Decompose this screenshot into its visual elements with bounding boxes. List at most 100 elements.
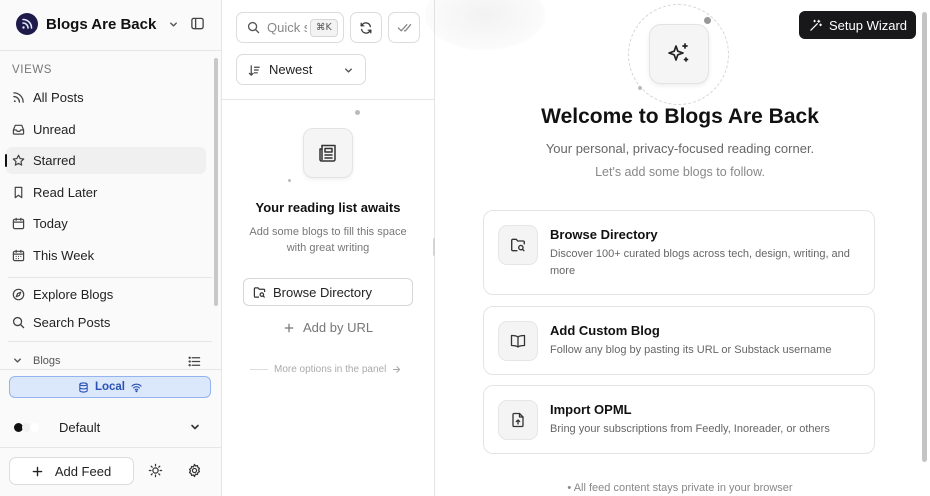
- rss-icon: [12, 91, 25, 104]
- inbox-icon: [12, 123, 25, 136]
- sort-label: Newest: [269, 62, 313, 77]
- folder-search-icon: [498, 225, 538, 265]
- sidebar-toggle-icon[interactable]: [190, 16, 205, 31]
- add-feed-label: Add Feed: [54, 463, 112, 479]
- post-list-panel: ⌘K Newest Your reading list awaits Add s…: [222, 0, 435, 496]
- newspaper-icon: [303, 128, 353, 178]
- sidebar-item-starred[interactable]: Starred: [5, 147, 206, 174]
- page-subtitle: Your personal, privacy-focused reading c…: [545, 141, 815, 156]
- sidebar-item-label: Today: [33, 216, 68, 231]
- more-options-label: More options in the panel: [274, 364, 387, 375]
- decorative-dot: [288, 179, 291, 182]
- theme-swatch: [14, 422, 39, 432]
- sidebar-item-label: Explore Blogs: [33, 287, 114, 302]
- chevron-down-icon: [168, 19, 179, 30]
- calendar-icon: [12, 217, 25, 230]
- sidebar-item-search-posts[interactable]: Search Posts: [6, 309, 206, 336]
- privacy-note: • All feed content stays private in your…: [567, 482, 793, 494]
- sidebar-item-label: This Week: [33, 248, 95, 263]
- welcome-panel: Setup Wizard Welcome to Blogs Are Back Y…: [425, 0, 930, 496]
- browse-directory-card[interactable]: Browse Directory Discover 100+ curated b…: [483, 210, 875, 295]
- refresh-icon: [359, 21, 373, 35]
- plus-icon: [284, 323, 294, 333]
- sidebar-item-read-later[interactable]: Read Later: [6, 179, 206, 206]
- decorative-dot: [704, 17, 711, 24]
- add-custom-blog-card[interactable]: Add Custom Blog Follow any blog by pasti…: [483, 306, 875, 375]
- chevron-down-icon: [189, 421, 201, 433]
- empty-state-title: Your reading list awaits: [255, 200, 401, 215]
- views-section-label: VIEWS: [12, 64, 53, 76]
- page-subtitle-secondary: Let's add some blogs to follow.: [595, 165, 765, 179]
- sidebar-item-label: Search Posts: [33, 315, 111, 330]
- sidebar-scrollbar[interactable]: [214, 58, 218, 306]
- page-title: Welcome to Blogs Are Back: [541, 105, 819, 128]
- card-title: Browse Directory: [550, 227, 658, 242]
- sidebar: Blogs Are Back VIEWS All Posts Unread St…: [0, 0, 222, 496]
- brand-name: Blogs Are Back: [46, 15, 157, 33]
- theme-name: Default: [59, 419, 101, 435]
- brand-logo-icon: [16, 13, 38, 35]
- add-by-url-button[interactable]: Add by URL: [284, 320, 373, 335]
- import-opml-card[interactable]: Import OPML Bring your subscriptions fro…: [483, 385, 875, 454]
- book-open-icon: [498, 321, 538, 361]
- sidebar-item-explore-blogs[interactable]: Explore Blogs: [6, 281, 206, 308]
- main-scrollbar[interactable]: [922, 12, 927, 462]
- sidebar-item-label: All Posts: [33, 90, 84, 105]
- plus-icon: [32, 466, 43, 477]
- decorative-dot: [638, 86, 642, 90]
- divider: [0, 447, 221, 448]
- sidebar-item-today[interactable]: Today: [6, 210, 206, 237]
- search-icon: [247, 21, 260, 34]
- gear-icon[interactable]: [187, 463, 203, 479]
- calendar-week-icon: [12, 249, 25, 262]
- wifi-icon: [131, 382, 142, 393]
- sort-dropdown[interactable]: Newest: [236, 54, 366, 85]
- card-title: Import OPML: [550, 402, 632, 417]
- card-title: Add Custom Blog: [550, 323, 660, 338]
- more-options-hint: More options in the panel: [250, 364, 401, 375]
- compass-icon: [12, 288, 25, 301]
- search-icon: [12, 316, 25, 329]
- setup-wizard-label: Setup Wizard: [829, 17, 908, 33]
- refresh-button[interactable]: [350, 12, 382, 43]
- double-check-icon: [397, 20, 412, 35]
- quick-search[interactable]: ⌘K: [236, 12, 344, 43]
- sidebar-item-label: Unread: [33, 122, 76, 137]
- card-description: Follow any blog by pasting its URL or Su…: [550, 344, 832, 356]
- empty-state-subtitle: Add some blogs to fill this space with g…: [249, 226, 407, 254]
- star-icon: [12, 154, 25, 167]
- divider: [8, 277, 212, 278]
- card-description: Bring your subscriptions from Feedly, In…: [550, 423, 830, 435]
- chevron-down-icon: [12, 355, 23, 366]
- local-storage-badge[interactable]: Local: [9, 376, 211, 398]
- add-feed-button[interactable]: Add Feed: [9, 457, 134, 485]
- blogs-section-label: Blogs: [33, 355, 61, 367]
- folder-search-icon: [253, 286, 266, 299]
- divider: [0, 369, 221, 370]
- theme-selector[interactable]: Default: [14, 416, 210, 438]
- sidebar-item-all-posts[interactable]: All Posts: [6, 84, 206, 111]
- divider: [8, 341, 212, 342]
- browse-directory-button[interactable]: Browse Directory: [243, 278, 413, 306]
- chevron-down-icon: [343, 65, 354, 76]
- local-label: Local: [94, 381, 126, 393]
- file-upload-icon: [498, 400, 538, 440]
- shortcut-badge: ⌘K: [310, 19, 338, 37]
- sidebar-item-this-week[interactable]: This Week: [6, 242, 206, 269]
- setup-wizard-button[interactable]: Setup Wizard: [799, 11, 916, 39]
- brand-switcher[interactable]: Blogs Are Back: [16, 12, 179, 36]
- sidebar-item-unread[interactable]: Unread: [6, 116, 206, 143]
- list-icon[interactable]: [188, 355, 201, 368]
- magic-wand-icon: [809, 19, 822, 32]
- mark-all-read-button[interactable]: [388, 12, 420, 43]
- blogs-section-header[interactable]: Blogs: [6, 352, 206, 368]
- sidebar-item-label: Starred: [33, 153, 76, 168]
- decorative-glow: [425, 0, 545, 50]
- sun-icon[interactable]: [148, 463, 164, 479]
- sparkles-icon: [649, 24, 709, 84]
- card-description: Discover 100+ curated blogs across tech,…: [550, 248, 850, 277]
- divider: [222, 99, 434, 100]
- add-by-url-label: Add by URL: [303, 320, 374, 335]
- search-input[interactable]: [267, 20, 307, 35]
- sort-icon: [248, 64, 261, 77]
